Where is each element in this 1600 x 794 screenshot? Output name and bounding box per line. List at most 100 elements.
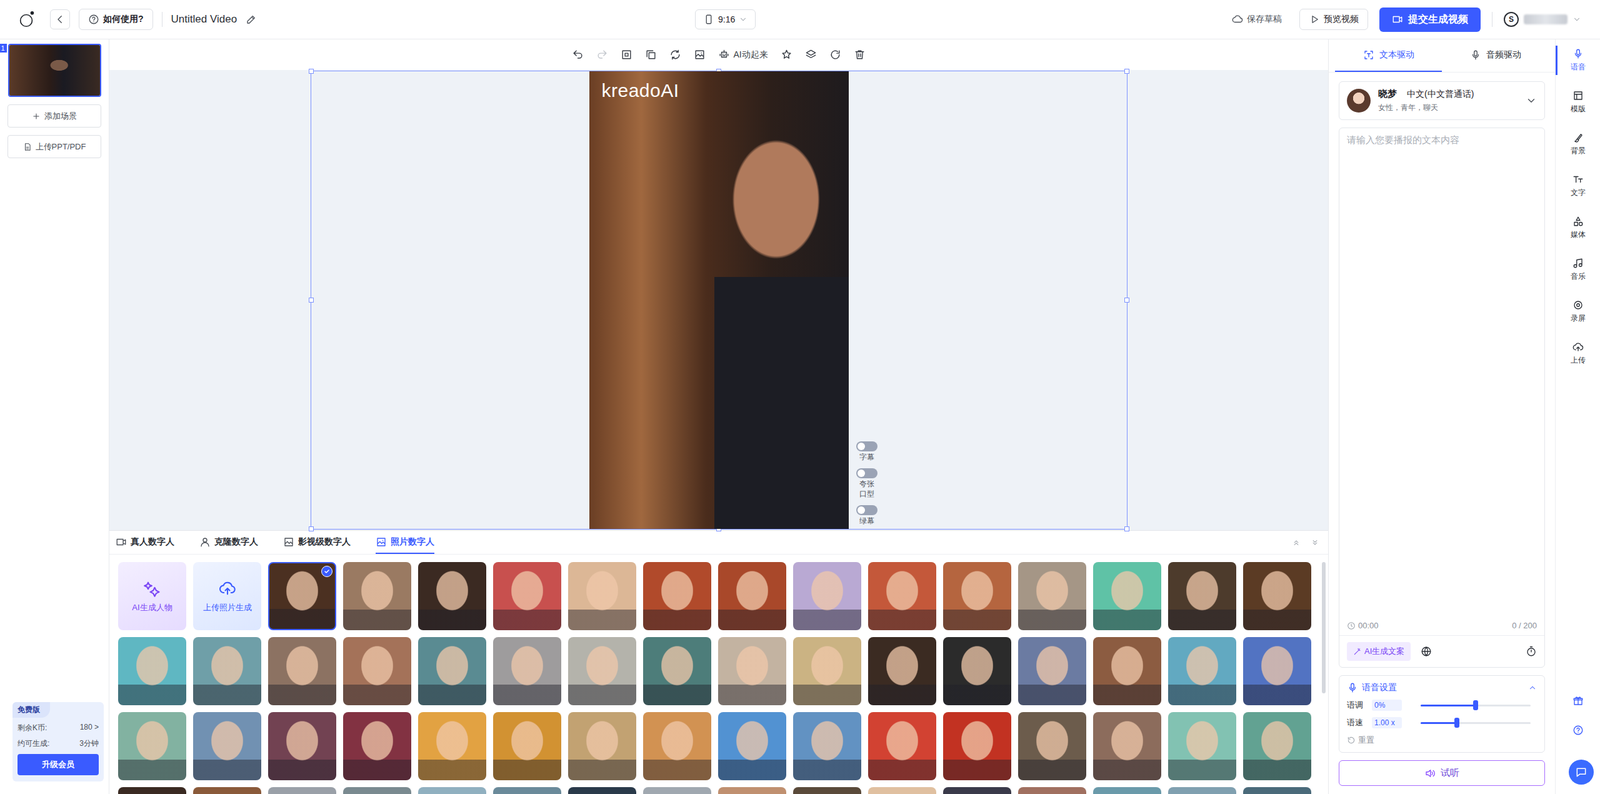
submit-button[interactable]: 提交生成视频	[1379, 7, 1481, 32]
setting-value[interactable]: 1.00 x	[1371, 716, 1402, 729]
rail-item[interactable]: 背景	[1555, 129, 1600, 159]
avatar-tile[interactable]	[418, 711, 487, 780]
avatar-tile[interactable]	[268, 636, 337, 705]
avatar-tile[interactable]	[343, 561, 412, 630]
layers-button[interactable]	[805, 48, 817, 61]
avatar-tile[interactable]	[268, 786, 337, 794]
avatar-tile[interactable]	[643, 711, 712, 780]
avatar-tile[interactable]	[1243, 711, 1312, 780]
avatar-tile[interactable]	[868, 786, 937, 794]
avatar-tile[interactable]	[718, 561, 787, 630]
chevrons-down-icon[interactable]	[1310, 538, 1320, 547]
avatar-tile[interactable]	[193, 786, 262, 794]
rail-item[interactable]: 语音	[1555, 45, 1600, 75]
upgrade-button[interactable]: 升级会员	[17, 753, 99, 775]
undo-button[interactable]	[571, 48, 584, 61]
avatar-tile[interactable]	[1168, 561, 1237, 630]
rail-item[interactable]: 媒体	[1555, 213, 1600, 243]
image-button[interactable]	[693, 48, 706, 61]
avatar-tile[interactable]	[1093, 561, 1162, 630]
avatar-tile[interactable]	[718, 711, 787, 780]
avatar-tile[interactable]	[268, 561, 337, 630]
avatar-tile[interactable]	[793, 561, 862, 630]
library-tab[interactable]: 照片数字人	[375, 530, 435, 554]
toggle-switch[interactable]	[856, 468, 878, 479]
avatar-tile[interactable]	[118, 786, 187, 794]
effect-button[interactable]	[780, 48, 793, 61]
toggle-switch[interactable]	[856, 441, 878, 452]
rail-item[interactable]: 模版	[1555, 87, 1600, 117]
avatar-tile[interactable]	[1018, 636, 1087, 705]
avatar-tile[interactable]	[493, 636, 562, 705]
script-textarea[interactable]: 请输入您要播报的文本内容	[1339, 128, 1545, 616]
voice-selector[interactable]: 晓梦中文(中文普通话)女性，青年，聊天	[1338, 81, 1545, 120]
slider-thumb[interactable]	[1454, 717, 1460, 728]
ai-button[interactable]: AI动起来	[718, 48, 768, 61]
chat-button[interactable]	[1568, 759, 1594, 785]
resize-handle[interactable]	[308, 526, 314, 532]
delete-button[interactable]	[853, 48, 866, 61]
drive-tab[interactable]: 音频驱动	[1441, 39, 1549, 72]
avatar-tile[interactable]	[568, 786, 637, 794]
avatar-tile[interactable]	[643, 786, 712, 794]
library-tab[interactable]: 克隆数字人	[199, 530, 259, 554]
add-scene-button[interactable]: 添加场景	[7, 104, 102, 128]
avatar-tile[interactable]	[718, 636, 787, 705]
avatar-tile[interactable]	[943, 711, 1012, 780]
avatar-tile[interactable]	[193, 711, 262, 780]
avatar-tile[interactable]	[1018, 561, 1087, 630]
avatar-tile[interactable]	[868, 561, 937, 630]
canvas-toggle[interactable]: 字幕	[856, 441, 878, 463]
rotate-button[interactable]	[829, 48, 842, 61]
avatar-photo[interactable]: kreadoAI字幕夸张口型绿幕	[589, 71, 849, 529]
avatar-tile[interactable]	[418, 786, 487, 794]
avatar-tile[interactable]	[1093, 711, 1162, 780]
rail-item[interactable]: 录屏	[1555, 296, 1600, 327]
avatar-tile[interactable]	[718, 786, 787, 794]
rail-item[interactable]: 文字	[1555, 171, 1600, 201]
avatar-tile[interactable]	[493, 561, 562, 630]
preview-button[interactable]: 预览视频	[1299, 8, 1369, 30]
pencil-icon[interactable]	[245, 13, 257, 25]
ai-copy-button[interactable]: AI生成文案	[1346, 641, 1411, 661]
resize-handle[interactable]	[1124, 68, 1130, 74]
feedback-button[interactable]	[1572, 695, 1584, 709]
avatar-tile[interactable]	[568, 711, 637, 780]
upload-ppt-button[interactable]: 上传PPT/PDF	[7, 135, 102, 159]
canvas-toggle[interactable]: 绿幕	[856, 505, 878, 527]
ratio-select[interactable]: 9:16	[695, 9, 756, 30]
avatar-tile[interactable]	[793, 636, 862, 705]
avatar-tile[interactable]	[793, 711, 862, 780]
avatar-tile[interactable]	[1168, 786, 1237, 794]
library-tab[interactable]: 真人数字人	[115, 530, 175, 554]
setting-slider[interactable]	[1420, 721, 1531, 724]
setting-slider[interactable]	[1420, 704, 1531, 707]
upload-action-tile[interactable]: 上传照片生成	[193, 561, 262, 630]
setting-value[interactable]: 0%	[1371, 699, 1402, 711]
copy-button[interactable]	[645, 48, 657, 61]
avatar-tile[interactable]	[418, 561, 487, 630]
help-button[interactable]: 如何使用?	[78, 8, 154, 30]
avatar-tile[interactable]	[643, 636, 712, 705]
rail-item[interactable]: 音乐	[1555, 255, 1600, 285]
settings-header[interactable]: 语音设置	[1346, 681, 1537, 694]
avatar-tile[interactable]	[1093, 636, 1162, 705]
avatar-tile[interactable]	[568, 561, 637, 630]
avatar-tile[interactable]	[868, 711, 937, 780]
swap-button[interactable]	[669, 48, 682, 61]
avatar-tile[interactable]	[118, 711, 187, 780]
resize-handle[interactable]	[1124, 526, 1130, 532]
canvas-toggle[interactable]: 夸张口型	[856, 468, 878, 499]
avatar-tile[interactable]	[493, 711, 562, 780]
avatar-tile[interactable]	[1168, 636, 1237, 705]
toggle-switch[interactable]	[856, 505, 878, 515]
avatar-tile[interactable]	[943, 636, 1012, 705]
reset-button[interactable]: 重置	[1346, 734, 1375, 746]
avatar-tile[interactable]	[1243, 786, 1312, 794]
scene-thumbnail[interactable]: 1	[8, 43, 102, 97]
avatar-tile[interactable]	[1018, 786, 1087, 794]
video-title[interactable]: Untitled Video	[171, 13, 238, 26]
avatar-tile[interactable]	[868, 636, 937, 705]
slider-thumb[interactable]	[1473, 700, 1479, 710]
ai-action-tile[interactable]: AI生成人物	[118, 561, 187, 630]
